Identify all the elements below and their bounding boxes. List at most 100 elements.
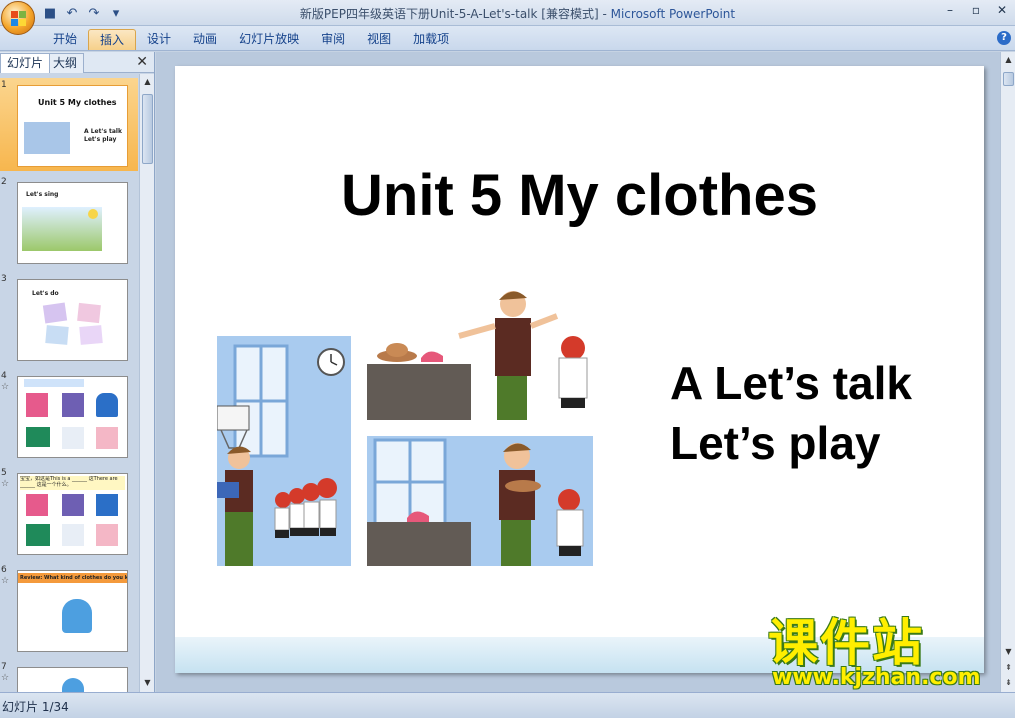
slide-thumbnail-2[interactable]: 2 Let's sing [0,175,138,268]
thumb-image [24,122,70,154]
tab-home[interactable]: 开始 [42,29,88,50]
thumb-card [77,302,101,324]
watermark-text: 课件站 [768,614,924,672]
thumb-item [96,524,118,546]
thumb-sub2: Let's play [84,136,117,143]
thumb-item [62,393,84,417]
thumbnail-scrollbar[interactable]: ▲ ▼ [139,74,154,692]
thumbnail-list: 1 Unit 5 My clothes A Let's talk Let's p… [0,74,138,692]
thumb-number: 2 [1,177,7,187]
thumb-sub1: A Let's talk [84,128,122,135]
slides-pane: 幻灯片 大纲 ✕ 1 Unit 5 My clothes A Let's tal… [0,52,155,692]
ribbon-tabs: 开始 插入 设计 动画 幻灯片放映 审阅 视图 加载项 [42,29,460,50]
thumb-text: 宝宝，如这是This is a ______ 这There are ______… [20,476,125,490]
thumb-item [62,494,84,516]
hat-icon [62,599,92,633]
sun-icon [88,209,98,219]
tab-view[interactable]: 视图 [356,29,402,50]
help-icon[interactable]: ? [997,31,1011,45]
slide-thumbnail-1[interactable]: 1 Unit 5 My clothes A Let's talk Let's p… [0,78,138,171]
slide-counter: 幻灯片 1/34 [2,700,69,714]
thumb-number: 1 [1,80,7,90]
pane-tabs: 幻灯片 大纲 ✕ [0,52,154,73]
office-button[interactable] [1,1,35,35]
tab-outline[interactable]: 大纲 [46,53,85,73]
thumb-title: Unit 5 My clothes [38,98,117,107]
thumb-card [45,325,69,345]
scroll-up-icon[interactable]: ▲ [1003,55,1014,66]
thumb-item [96,494,118,516]
hat-icon [62,678,84,692]
slide-thumbnail-4[interactable]: 4 ☆ [0,369,138,462]
thumb-preview: Unit 5 My clothes A Let's talk Let's pla… [17,85,128,167]
thumb-item [26,427,50,447]
editor-scrollbar[interactable]: ▲ ▼ ⇞ ⇟ [1000,52,1015,692]
slide-editor: Unit 5 My clothes A Let’s talk Let’s pla… [156,52,1000,692]
pane-close-icon[interactable]: ✕ [136,54,148,70]
thumb-card [79,325,103,345]
slide-thumbnail-6[interactable]: 6 ☆ Review: What kind of clothes do you … [0,563,138,656]
title-bar: ■ ↶ ↷ ▾ 新版PEP四年级英语下册Unit-5-A-Let's-talk … [0,0,1015,35]
thumb-card [42,302,68,324]
scroll-down-icon[interactable]: ▼ [1003,647,1014,658]
thumb-title: Let's do [32,290,59,297]
thumb-text: Review: What kind of clothes do you know… [18,573,128,583]
scrollbar-thumb[interactable] [142,94,153,164]
thumb-preview: 宝宝，如这是This is a ______ 这There are ______… [17,473,128,555]
slide-thumbnail-7[interactable]: 7 ☆ [0,660,138,692]
tab-animations[interactable]: 动画 [182,29,228,50]
slide-title[interactable]: Unit 5 My clothes [175,162,984,229]
thumb-preview [17,376,128,458]
thumb-preview: Let's do [17,279,128,361]
scrollbar-thumb[interactable] [1003,72,1014,86]
thumb-number: 4 [1,371,7,381]
tab-slides[interactable]: 幻灯片 [0,53,51,73]
thumb-item [62,524,84,546]
classroom-illustration [217,291,593,566]
thumb-item [96,427,118,449]
scroll-down-icon[interactable]: ▼ [142,678,153,689]
slide-subtitle-talk[interactable]: A Let’s talk [670,356,912,410]
animation-star-icon: ☆ [1,576,10,586]
tab-slideshow[interactable]: 幻灯片放映 [228,29,310,50]
thumb-header [24,379,84,387]
close-button[interactable]: ✕ [989,0,1015,20]
tab-design[interactable]: 设计 [136,29,182,50]
slide-subtitle-play[interactable]: Let’s play [670,416,880,470]
watermark-logo: 课件站 www.kjzhan.com [760,615,1000,695]
document-name: 新版PEP四年级英语下册Unit-5-A-Let's-talk [兼容模式] - [299,7,611,21]
thumb-number: 6 [1,565,7,575]
tab-insert[interactable]: 插入 [88,29,137,50]
thumb-item [26,524,50,546]
maximize-button[interactable]: ▫ [963,0,989,20]
next-slide-icon[interactable]: ⇟ [1003,678,1014,689]
thumb-preview [17,667,128,692]
thumb-title: Let's sing [26,191,59,198]
thumb-item [96,393,118,417]
thumb-preview: Let's sing [17,182,128,264]
slide-thumbnail-5[interactable]: 5 ☆ 宝宝，如这是This is a ______ 这There are __… [0,466,138,559]
thumb-preview: Review: What kind of clothes do you know… [17,570,128,652]
thumb-number: 3 [1,274,7,284]
animation-star-icon: ☆ [1,673,10,683]
current-slide[interactable]: Unit 5 My clothes A Let’s talk Let’s pla… [175,66,984,673]
window-controls: – ▫ ✕ [937,0,1015,20]
minimize-button[interactable]: – [937,0,963,20]
tab-review[interactable]: 审阅 [310,29,356,50]
animation-star-icon: ☆ [1,479,10,489]
thumb-item [26,393,48,417]
tab-addins[interactable]: 加载项 [402,29,460,50]
status-bar: 幻灯片 1/34 [0,692,1015,718]
scroll-up-icon[interactable]: ▲ [142,77,153,88]
ribbon: 开始 插入 设计 动画 幻灯片放映 审阅 视图 加载项 ? [0,26,1015,51]
thumb-item [26,494,48,516]
previous-slide-icon[interactable]: ⇞ [1003,663,1014,674]
animation-star-icon: ☆ [1,382,10,392]
app-name: Microsoft PowerPoint [610,7,736,21]
watermark-url: www.kjzhan.com [772,665,981,690]
office-logo-icon [11,11,26,26]
slide-thumbnail-3[interactable]: 3 Let's do [0,272,138,365]
window-title: 新版PEP四年级英语下册Unit-5-A-Let's-talk [兼容模式] -… [0,5,1015,22]
thumb-number: 5 [1,468,7,478]
thumb-item [62,427,84,449]
